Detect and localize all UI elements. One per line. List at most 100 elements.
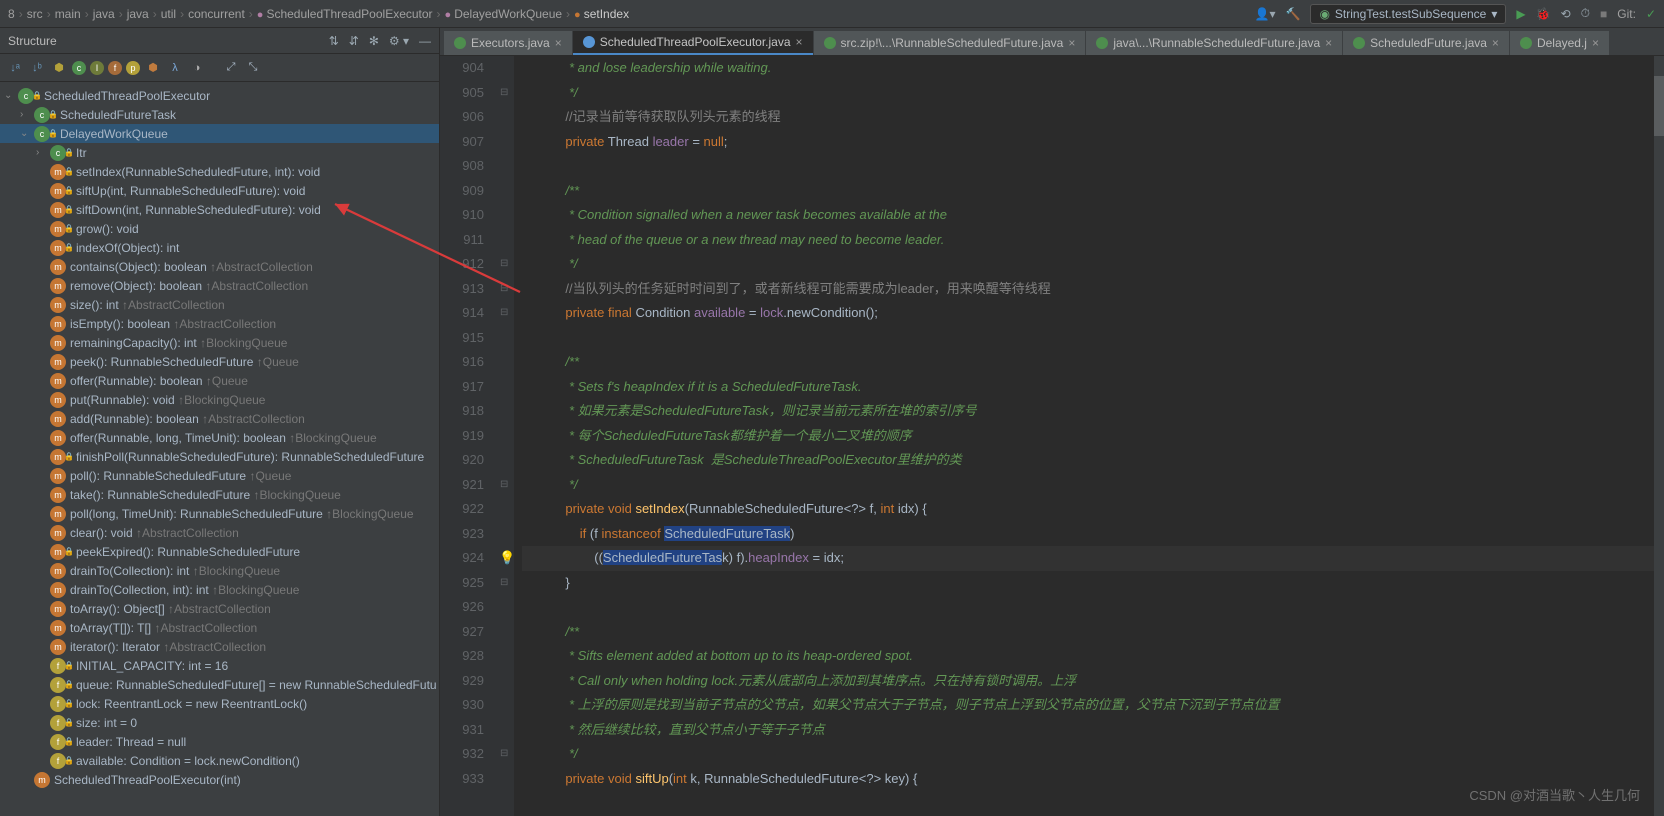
fold-icon[interactable]: ⊟	[500, 571, 508, 596]
collapse-all-icon[interactable]: ⇵	[349, 34, 359, 48]
tree-item[interactable]: ›c🔒ScheduledFutureTask	[0, 105, 439, 124]
close-icon[interactable]: ×	[796, 35, 803, 49]
breadcrumb-item[interactable]: src	[27, 7, 51, 21]
debug-button[interactable]: 🐞	[1536, 7, 1551, 21]
breadcrumb-item[interactable]: main	[55, 7, 89, 21]
tree-item[interactable]: f🔒lock: ReentrantLock = new ReentrantLoc…	[0, 694, 439, 713]
editor-tab[interactable]: ScheduledFuture.java×	[1343, 31, 1509, 55]
fold-icon[interactable]: ⊟	[500, 277, 508, 302]
fold-gutter[interactable]: ⊟⊟⊟⊟⊟💡⊟⊟	[498, 56, 514, 816]
editor-vscroll[interactable]	[1654, 56, 1664, 816]
anon-icon[interactable]: ◑	[188, 59, 206, 77]
breadcrumb-item[interactable]: java	[93, 7, 123, 21]
tree-item[interactable]: m🔒indexOf(Object): int	[0, 238, 439, 257]
tree-item[interactable]: moffer(Runnable): boolean ↑Queue	[0, 371, 439, 390]
tree-item[interactable]: miterator(): Iterator ↑AbstractCollectio…	[0, 637, 439, 656]
sort-alpha-icon[interactable]: ↓ᵃ	[6, 59, 24, 77]
run-config-selector[interactable]: ◉ StringTest.testSubSequence ▾	[1310, 4, 1506, 24]
fold-icon[interactable]: ⊟	[500, 742, 508, 767]
profile-button[interactable]: ⏱	[1581, 6, 1590, 21]
tree-item[interactable]: mdrainTo(Collection): int ↑BlockingQueue	[0, 561, 439, 580]
fold-icon[interactable]: ⊟	[500, 81, 508, 106]
editor-tab[interactable]: Delayed.j×	[1510, 31, 1609, 55]
autoscroll-icon[interactable]: ⤢	[222, 59, 240, 77]
tree-item[interactable]: mtoArray(T[]): T[] ↑AbstractCollection	[0, 618, 439, 637]
tree-item[interactable]: f🔒queue: RunnableScheduledFuture[] = new…	[0, 675, 439, 694]
show-inherited-icon[interactable]: ⬢	[144, 59, 162, 77]
tree-item[interactable]: m🔒siftUp(int, RunnableScheduledFuture): …	[0, 181, 439, 200]
bulb-icon[interactable]: 💡	[499, 546, 515, 571]
editor-tab[interactable]: java\...\RunnableScheduledFuture.java×	[1086, 31, 1342, 55]
scroll-thumb[interactable]	[1654, 76, 1664, 136]
settings-icon[interactable]: ✻	[369, 34, 379, 48]
tree-item[interactable]: m🔒finishPoll(RunnableScheduledFuture): R…	[0, 447, 439, 466]
show-interface-icon[interactable]: I	[90, 61, 104, 75]
structure-hscroll[interactable]	[0, 808, 439, 816]
close-icon[interactable]: ×	[1492, 36, 1499, 50]
breadcrumb-item[interactable]: DelayedWorkQueue	[445, 7, 571, 21]
fold-icon[interactable]: ⊟	[500, 252, 508, 277]
close-icon[interactable]: ×	[555, 36, 562, 50]
tree-item[interactable]: mtoArray(): Object[] ↑AbstractCollection	[0, 599, 439, 618]
sort-type-icon[interactable]: ↓ᵇ	[28, 59, 46, 77]
tree-item[interactable]: m🔒siftDown(int, RunnableScheduledFuture)…	[0, 200, 439, 219]
run-button[interactable]: ▶	[1516, 7, 1525, 21]
close-icon[interactable]: ×	[1068, 36, 1075, 50]
breadcrumb-item[interactable]: concurrent	[188, 7, 253, 21]
tree-item[interactable]: mpeek(): RunnableScheduledFuture ↑Queue	[0, 352, 439, 371]
tree-item[interactable]: mpoll(): RunnableScheduledFuture ↑Queue	[0, 466, 439, 485]
autoscroll2-icon[interactable]: ⤡	[244, 59, 262, 77]
tree-item[interactable]: mcontains(Object): boolean ↑AbstractColl…	[0, 257, 439, 276]
tree-item[interactable]: m🔒setIndex(RunnableScheduledFuture, int)…	[0, 162, 439, 181]
code-editor[interactable]: 9049059069079089099109119129139149159169…	[440, 56, 1664, 816]
breadcrumb-item[interactable]: ScheduledThreadPoolExecutor	[257, 7, 441, 21]
coverage-button[interactable]: ⟲	[1561, 7, 1571, 21]
close-icon[interactable]: ×	[1592, 36, 1599, 50]
fold-icon[interactable]: ⊟	[500, 301, 508, 326]
tree-item[interactable]: misEmpty(): boolean ↑AbstractCollection	[0, 314, 439, 333]
tree-item[interactable]: mremainingCapacity(): int ↑BlockingQueue	[0, 333, 439, 352]
tree-item[interactable]: mremove(Object): boolean ↑AbstractCollec…	[0, 276, 439, 295]
tree-item[interactable]: ›c🔒Itr	[0, 143, 439, 162]
editor-tab[interactable]: src.zip!\...\RunnableScheduledFuture.jav…	[814, 31, 1086, 55]
tree-item[interactable]: m🔒grow(): void	[0, 219, 439, 238]
breadcrumb-item[interactable]: java	[127, 7, 157, 21]
tree-item[interactable]: mdrainTo(Collection, int): int ↑Blocking…	[0, 580, 439, 599]
gear-icon[interactable]: ⚙ ▾	[389, 34, 409, 48]
tree-item[interactable]: mput(Runnable): void ↑BlockingQueue	[0, 390, 439, 409]
tree-item[interactable]: mclear(): void ↑AbstractCollection	[0, 523, 439, 542]
tree-item[interactable]: f🔒available: Condition = lock.newConditi…	[0, 751, 439, 770]
breadcrumb-item[interactable]: 8	[8, 7, 23, 21]
filter-icon[interactable]: ⬢	[50, 59, 68, 77]
close-icon[interactable]: ×	[1325, 36, 1332, 50]
tree-item[interactable]: mScheduledThreadPoolExecutor(int)	[0, 770, 439, 789]
git-check-icon[interactable]: ✓	[1646, 7, 1656, 21]
build-icon[interactable]: 🔨	[1285, 7, 1300, 21]
tree-item[interactable]: f🔒size: int = 0	[0, 713, 439, 732]
breadcrumb-item[interactable]: setIndex	[574, 7, 629, 21]
tree-item[interactable]: f🔒INITIAL_CAPACITY: int = 16	[0, 656, 439, 675]
tree-item[interactable]: ⌄c🔒ScheduledThreadPoolExecutor	[0, 86, 439, 105]
tree-item[interactable]: f🔒leader: Thread = null	[0, 732, 439, 751]
hide-icon[interactable]: —	[419, 34, 431, 48]
fold-icon[interactable]: ⊟	[500, 473, 508, 498]
tree-item[interactable]: msize(): int ↑AbstractCollection	[0, 295, 439, 314]
tree-item[interactable]: madd(Runnable): boolean ↑AbstractCollect…	[0, 409, 439, 428]
editor-tab[interactable]: Executors.java×	[444, 31, 572, 55]
breadcrumb-item[interactable]: util	[161, 7, 184, 21]
show-field-icon[interactable]: f	[108, 61, 122, 75]
show-class-icon[interactable]: c	[72, 61, 86, 75]
tree-item[interactable]: mtake(): RunnableScheduledFuture ↑Blocki…	[0, 485, 439, 504]
tree-item[interactable]: ⌄c🔒DelayedWorkQueue	[0, 124, 439, 143]
expand-all-icon[interactable]: ⇅	[329, 34, 339, 48]
stop-button[interactable]: ■	[1600, 7, 1607, 21]
editor-tab[interactable]: ScheduledThreadPoolExecutor.java×	[573, 31, 813, 55]
tree-item[interactable]: moffer(Runnable, long, TimeUnit): boolea…	[0, 428, 439, 447]
tree-item[interactable]: m🔒peekExpired(): RunnableScheduledFuture	[0, 542, 439, 561]
code-content[interactable]: * and lose leadership while waiting. */ …	[514, 56, 1664, 816]
tree-item[interactable]: mpoll(long, TimeUnit): RunnableScheduled…	[0, 504, 439, 523]
structure-tree[interactable]: ⌄c🔒ScheduledThreadPoolExecutor›c🔒Schedul…	[0, 82, 439, 808]
user-icon[interactable]: 👤▾	[1255, 7, 1276, 21]
show-prop-icon[interactable]: p	[126, 61, 140, 75]
lambda-icon[interactable]: λ	[166, 59, 184, 77]
